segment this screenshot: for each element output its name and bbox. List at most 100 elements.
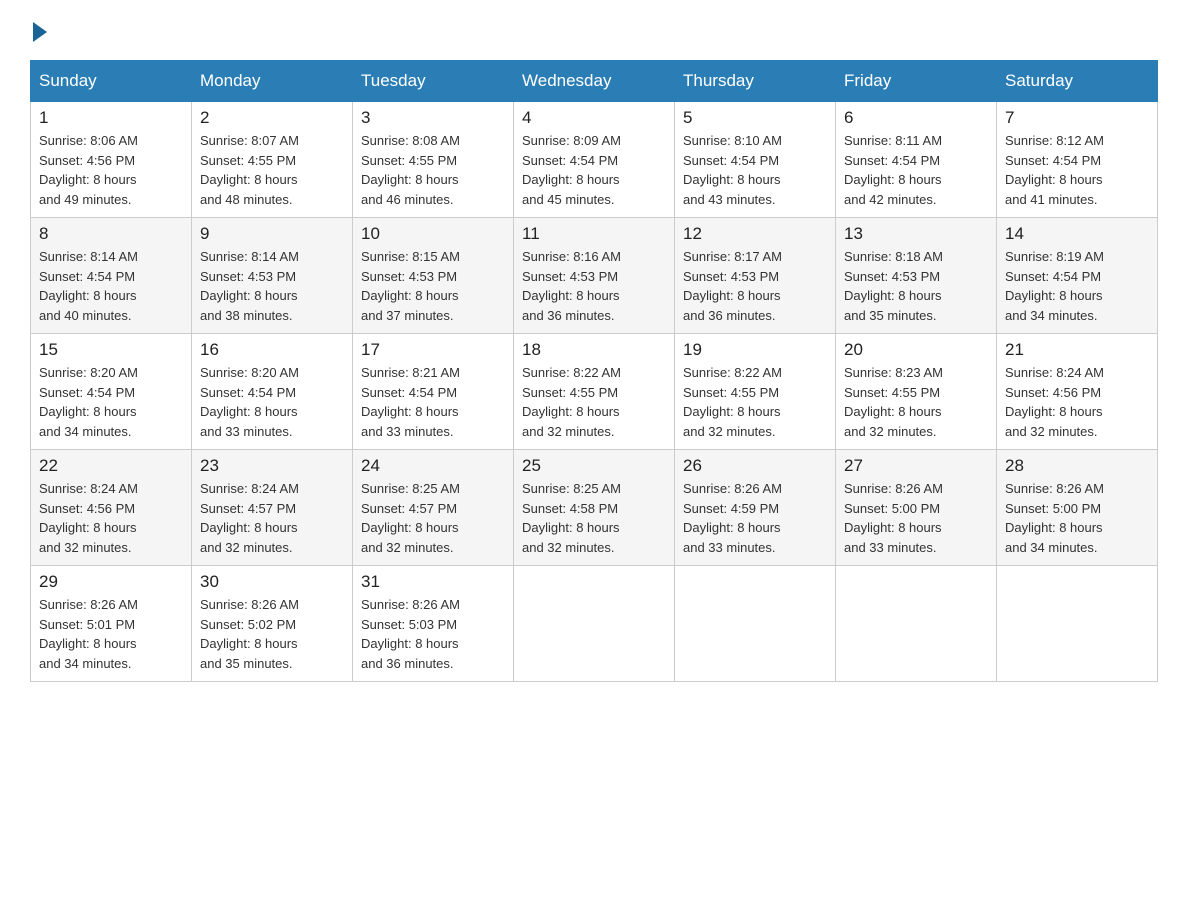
day-info: Sunrise: 8:19 AM Sunset: 4:54 PM Dayligh… <box>1005 247 1149 325</box>
calendar-week-row: 15 Sunrise: 8:20 AM Sunset: 4:54 PM Dayl… <box>31 334 1158 450</box>
day-info: Sunrise: 8:17 AM Sunset: 4:53 PM Dayligh… <box>683 247 827 325</box>
calendar-cell <box>997 566 1158 682</box>
calendar-cell: 17 Sunrise: 8:21 AM Sunset: 4:54 PM Dayl… <box>353 334 514 450</box>
header-monday: Monday <box>192 61 353 102</box>
calendar-cell: 21 Sunrise: 8:24 AM Sunset: 4:56 PM Dayl… <box>997 334 1158 450</box>
calendar-cell: 29 Sunrise: 8:26 AM Sunset: 5:01 PM Dayl… <box>31 566 192 682</box>
calendar-cell: 20 Sunrise: 8:23 AM Sunset: 4:55 PM Dayl… <box>836 334 997 450</box>
day-number: 19 <box>683 340 827 360</box>
day-info: Sunrise: 8:26 AM Sunset: 5:03 PM Dayligh… <box>361 595 505 673</box>
calendar-cell: 13 Sunrise: 8:18 AM Sunset: 4:53 PM Dayl… <box>836 218 997 334</box>
header-sunday: Sunday <box>31 61 192 102</box>
calendar-cell: 27 Sunrise: 8:26 AM Sunset: 5:00 PM Dayl… <box>836 450 997 566</box>
day-info: Sunrise: 8:09 AM Sunset: 4:54 PM Dayligh… <box>522 131 666 209</box>
calendar-cell: 2 Sunrise: 8:07 AM Sunset: 4:55 PM Dayli… <box>192 102 353 218</box>
day-number: 15 <box>39 340 183 360</box>
calendar-cell: 3 Sunrise: 8:08 AM Sunset: 4:55 PM Dayli… <box>353 102 514 218</box>
calendar-cell <box>514 566 675 682</box>
calendar-cell: 18 Sunrise: 8:22 AM Sunset: 4:55 PM Dayl… <box>514 334 675 450</box>
calendar-cell: 6 Sunrise: 8:11 AM Sunset: 4:54 PM Dayli… <box>836 102 997 218</box>
calendar-cell: 4 Sunrise: 8:09 AM Sunset: 4:54 PM Dayli… <box>514 102 675 218</box>
day-number: 28 <box>1005 456 1149 476</box>
day-info: Sunrise: 8:26 AM Sunset: 5:02 PM Dayligh… <box>200 595 344 673</box>
day-info: Sunrise: 8:11 AM Sunset: 4:54 PM Dayligh… <box>844 131 988 209</box>
day-info: Sunrise: 8:26 AM Sunset: 5:00 PM Dayligh… <box>1005 479 1149 557</box>
day-number: 4 <box>522 108 666 128</box>
day-info: Sunrise: 8:26 AM Sunset: 5:00 PM Dayligh… <box>844 479 988 557</box>
header-wednesday: Wednesday <box>514 61 675 102</box>
day-info: Sunrise: 8:23 AM Sunset: 4:55 PM Dayligh… <box>844 363 988 441</box>
day-number: 14 <box>1005 224 1149 244</box>
header-friday: Friday <box>836 61 997 102</box>
day-number: 30 <box>200 572 344 592</box>
day-number: 18 <box>522 340 666 360</box>
day-number: 12 <box>683 224 827 244</box>
calendar-cell: 9 Sunrise: 8:14 AM Sunset: 4:53 PM Dayli… <box>192 218 353 334</box>
day-number: 17 <box>361 340 505 360</box>
day-info: Sunrise: 8:12 AM Sunset: 4:54 PM Dayligh… <box>1005 131 1149 209</box>
header-tuesday: Tuesday <box>353 61 514 102</box>
calendar-cell: 30 Sunrise: 8:26 AM Sunset: 5:02 PM Dayl… <box>192 566 353 682</box>
calendar-table: SundayMondayTuesdayWednesdayThursdayFrid… <box>30 60 1158 682</box>
day-info: Sunrise: 8:08 AM Sunset: 4:55 PM Dayligh… <box>361 131 505 209</box>
day-info: Sunrise: 8:06 AM Sunset: 4:56 PM Dayligh… <box>39 131 183 209</box>
day-number: 29 <box>39 572 183 592</box>
calendar-cell: 28 Sunrise: 8:26 AM Sunset: 5:00 PM Dayl… <box>997 450 1158 566</box>
day-number: 3 <box>361 108 505 128</box>
calendar-week-row: 29 Sunrise: 8:26 AM Sunset: 5:01 PM Dayl… <box>31 566 1158 682</box>
day-info: Sunrise: 8:24 AM Sunset: 4:56 PM Dayligh… <box>39 479 183 557</box>
day-number: 1 <box>39 108 183 128</box>
calendar-cell: 23 Sunrise: 8:24 AM Sunset: 4:57 PM Dayl… <box>192 450 353 566</box>
day-info: Sunrise: 8:22 AM Sunset: 4:55 PM Dayligh… <box>522 363 666 441</box>
calendar-cell: 26 Sunrise: 8:26 AM Sunset: 4:59 PM Dayl… <box>675 450 836 566</box>
day-number: 21 <box>1005 340 1149 360</box>
calendar-cell: 11 Sunrise: 8:16 AM Sunset: 4:53 PM Dayl… <box>514 218 675 334</box>
calendar-header-row: SundayMondayTuesdayWednesdayThursdayFrid… <box>31 61 1158 102</box>
day-number: 9 <box>200 224 344 244</box>
calendar-week-row: 1 Sunrise: 8:06 AM Sunset: 4:56 PM Dayli… <box>31 102 1158 218</box>
calendar-cell <box>836 566 997 682</box>
day-info: Sunrise: 8:25 AM Sunset: 4:57 PM Dayligh… <box>361 479 505 557</box>
day-number: 2 <box>200 108 344 128</box>
calendar-cell: 10 Sunrise: 8:15 AM Sunset: 4:53 PM Dayl… <box>353 218 514 334</box>
calendar-cell: 14 Sunrise: 8:19 AM Sunset: 4:54 PM Dayl… <box>997 218 1158 334</box>
calendar-cell: 25 Sunrise: 8:25 AM Sunset: 4:58 PM Dayl… <box>514 450 675 566</box>
logo <box>30 20 47 40</box>
day-number: 10 <box>361 224 505 244</box>
day-info: Sunrise: 8:20 AM Sunset: 4:54 PM Dayligh… <box>200 363 344 441</box>
calendar-week-row: 22 Sunrise: 8:24 AM Sunset: 4:56 PM Dayl… <box>31 450 1158 566</box>
day-info: Sunrise: 8:24 AM Sunset: 4:57 PM Dayligh… <box>200 479 344 557</box>
calendar-cell: 1 Sunrise: 8:06 AM Sunset: 4:56 PM Dayli… <box>31 102 192 218</box>
header-thursday: Thursday <box>675 61 836 102</box>
day-info: Sunrise: 8:20 AM Sunset: 4:54 PM Dayligh… <box>39 363 183 441</box>
calendar-cell: 16 Sunrise: 8:20 AM Sunset: 4:54 PM Dayl… <box>192 334 353 450</box>
header-saturday: Saturday <box>997 61 1158 102</box>
calendar-cell: 15 Sunrise: 8:20 AM Sunset: 4:54 PM Dayl… <box>31 334 192 450</box>
day-info: Sunrise: 8:14 AM Sunset: 4:54 PM Dayligh… <box>39 247 183 325</box>
calendar-cell: 24 Sunrise: 8:25 AM Sunset: 4:57 PM Dayl… <box>353 450 514 566</box>
day-info: Sunrise: 8:10 AM Sunset: 4:54 PM Dayligh… <box>683 131 827 209</box>
day-info: Sunrise: 8:22 AM Sunset: 4:55 PM Dayligh… <box>683 363 827 441</box>
day-info: Sunrise: 8:24 AM Sunset: 4:56 PM Dayligh… <box>1005 363 1149 441</box>
day-number: 22 <box>39 456 183 476</box>
day-number: 23 <box>200 456 344 476</box>
day-number: 5 <box>683 108 827 128</box>
day-number: 24 <box>361 456 505 476</box>
day-info: Sunrise: 8:26 AM Sunset: 4:59 PM Dayligh… <box>683 479 827 557</box>
day-info: Sunrise: 8:26 AM Sunset: 5:01 PM Dayligh… <box>39 595 183 673</box>
calendar-cell: 8 Sunrise: 8:14 AM Sunset: 4:54 PM Dayli… <box>31 218 192 334</box>
day-info: Sunrise: 8:18 AM Sunset: 4:53 PM Dayligh… <box>844 247 988 325</box>
calendar-cell <box>675 566 836 682</box>
day-number: 25 <box>522 456 666 476</box>
day-number: 20 <box>844 340 988 360</box>
calendar-cell: 12 Sunrise: 8:17 AM Sunset: 4:53 PM Dayl… <box>675 218 836 334</box>
day-number: 8 <box>39 224 183 244</box>
day-number: 6 <box>844 108 988 128</box>
day-info: Sunrise: 8:25 AM Sunset: 4:58 PM Dayligh… <box>522 479 666 557</box>
day-number: 11 <box>522 224 666 244</box>
day-number: 16 <box>200 340 344 360</box>
calendar-cell: 7 Sunrise: 8:12 AM Sunset: 4:54 PM Dayli… <box>997 102 1158 218</box>
day-number: 31 <box>361 572 505 592</box>
day-number: 27 <box>844 456 988 476</box>
day-info: Sunrise: 8:16 AM Sunset: 4:53 PM Dayligh… <box>522 247 666 325</box>
